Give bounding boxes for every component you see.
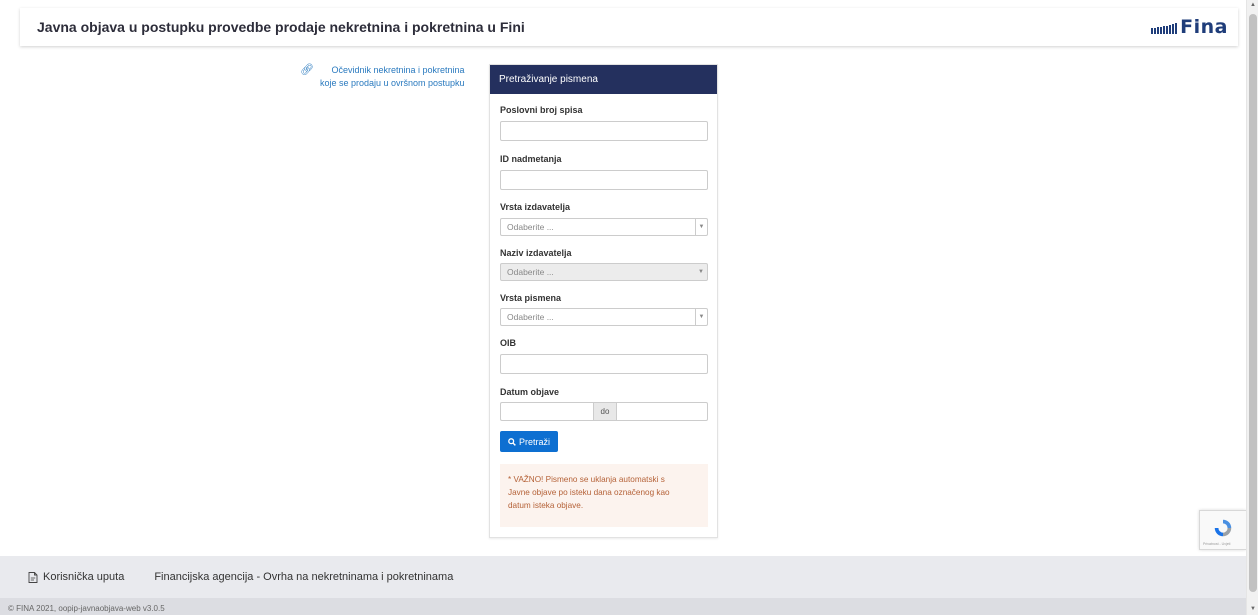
footer: Korisnička uputa Financijska agencija - … — [0, 556, 1246, 598]
logo-text: Fina — [1180, 16, 1228, 38]
recaptcha-badge[interactable]: Privatnost - Uvjeti — [1199, 510, 1246, 550]
scrollbar-thumb[interactable] — [1249, 14, 1257, 592]
user-guide-label: Korisnička uputa — [43, 571, 125, 583]
user-guide-link[interactable]: Korisnička uputa — [28, 571, 124, 583]
publish-date-label: Datum objave — [500, 387, 560, 397]
document-icon — [28, 571, 38, 583]
scroll-down-icon[interactable]: ▼ — [1247, 606, 1258, 612]
logo-bars-icon — [1151, 22, 1178, 34]
registry-link-line1: Očevidnik nekretnina i pokretnina — [331, 65, 465, 75]
registry-link-line2: koje se prodaju u ovršnom postupku — [319, 78, 465, 88]
agency-link[interactable]: Financijska agencija - Ovrha na nekretni… — [154, 571, 453, 583]
recaptcha-icon — [1214, 519, 1232, 537]
notice-line3: datum isteka objave. — [508, 501, 584, 510]
notice-line2: Javne objave po isteku dana označenog ka… — [508, 488, 670, 497]
registry-link[interactable]: 🔗︎ Očevidnik nekretnina i pokretnina koj… — [300, 64, 476, 90]
oib-input[interactable] — [500, 354, 708, 374]
header: Javna objava u postupku provedbe prodaje… — [20, 8, 1238, 46]
oib-label: OIB — [500, 338, 517, 348]
search-panel-title: Pretraživanje pismena — [490, 65, 717, 94]
search-button-label: Pretraži — [518, 436, 550, 447]
fina-logo[interactable]: Fina — [1151, 17, 1228, 37]
search-button[interactable]: Pretraži — [500, 431, 558, 452]
issuer-type-placeholder: Odaberite ... — [507, 222, 554, 232]
chevron-down-icon: ▼ — [698, 269, 704, 275]
registry-link-text[interactable]: Očevidnik nekretnina i pokretnina koje s… — [320, 64, 465, 90]
important-notice: * VAŽNO! Pismeno se uklanja automatski s… — [500, 464, 708, 527]
chevron-down-icon: ▼ — [695, 309, 707, 325]
copyright: © FINA 2021, oopip-javnaobjava-web v3.0.… — [0, 598, 1246, 615]
search-panel: Pretraživanje pismena Poslovni broj spis… — [489, 64, 718, 538]
link-icon: 🔗︎ — [300, 64, 314, 76]
search-icon — [508, 437, 516, 446]
case-number-label: Poslovni broj spisa — [500, 105, 583, 115]
vertical-scrollbar[interactable]: ▲ ▼ — [1246, 0, 1258, 615]
publish-date-from-input[interactable] — [500, 402, 593, 421]
page-title: Javna objava u postupku provedbe prodaje… — [37, 19, 525, 35]
publish-date-range: do — [500, 402, 708, 421]
issuer-name-select: Odaberite ... ▼ — [500, 263, 708, 281]
page: Javna objava u postupku provedbe prodaje… — [0, 0, 1246, 615]
chevron-down-icon: ▼ — [695, 219, 707, 235]
issuer-type-select[interactable]: Odaberite ... ▼ — [500, 218, 708, 236]
document-type-label: Vrsta pismena — [500, 293, 562, 303]
document-type-select[interactable]: Odaberite ... ▼ — [500, 308, 708, 326]
auction-id-label: ID nadmetanja — [500, 154, 562, 164]
document-type-placeholder: Odaberite ... — [507, 312, 554, 322]
issuer-name-label: Naziv izdavatelja — [500, 248, 572, 258]
date-range-separator: do — [593, 402, 617, 421]
recaptcha-text: Privatnost - Uvjeti — [1203, 542, 1231, 546]
publish-date-to-input[interactable] — [617, 402, 708, 421]
auction-id-input[interactable] — [500, 170, 708, 190]
scroll-up-icon[interactable]: ▲ — [1247, 2, 1258, 8]
notice-line1: * VAŽNO! Pismeno se uklanja automatski s — [508, 475, 665, 484]
issuer-name-placeholder: Odaberite ... — [507, 267, 554, 277]
issuer-type-label: Vrsta izdavatelja — [500, 202, 571, 212]
case-number-input[interactable] — [500, 121, 708, 141]
